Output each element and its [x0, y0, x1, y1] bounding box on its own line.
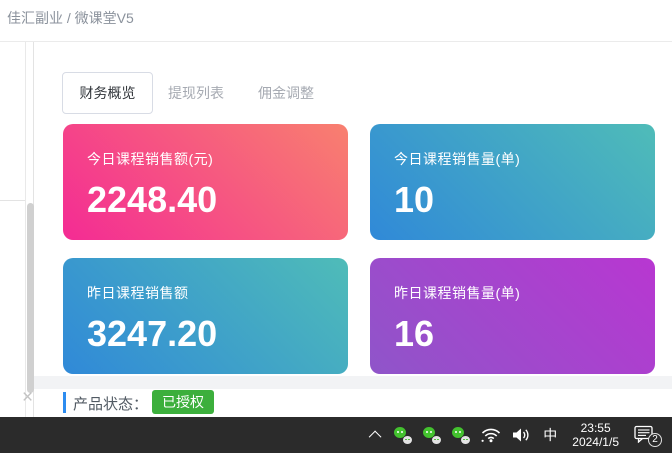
tab-label: 提现列表	[168, 85, 224, 101]
wechat-bubble-small	[432, 436, 441, 444]
status-label: 产品状态：	[73, 393, 148, 414]
tab-withdrawal-list[interactable]: 提现列表	[168, 72, 224, 114]
notification-count-badge: 2	[648, 433, 662, 447]
taskbar-clock[interactable]: 23:55 2024/1/5	[572, 421, 619, 449]
wechat-icon[interactable]	[394, 427, 412, 444]
wechat-bubble-small	[461, 436, 470, 444]
wechat-icon[interactable]	[452, 427, 470, 444]
tab-label: 财务概览	[80, 83, 136, 103]
section-divider-band	[34, 376, 672, 389]
clock-date: 2024/1/5	[572, 435, 619, 449]
wifi-icon[interactable]	[481, 427, 501, 443]
action-center-icon[interactable]: 2	[634, 425, 658, 445]
stat-card-value: 16	[394, 314, 655, 354]
status-badge: 已授权	[152, 390, 214, 414]
stat-cards-grid: 今日课程销售额(元) 2248.40 今日课程销售量(单) 10 昨日课程销售额…	[63, 124, 655, 374]
main-content: 财务概览 提现列表 佣金调整 今日课程销售额(元) 2248.40 今日课程销售…	[34, 42, 672, 417]
wechat-icon[interactable]	[423, 427, 441, 444]
stat-card-yesterday-sales-amount: 昨日课程销售额 3247.20	[63, 258, 348, 374]
volume-icon[interactable]	[512, 427, 532, 443]
windows-taskbar: 中 23:55 2024/1/5 2	[0, 417, 672, 453]
stat-card-label: 昨日课程销售额	[87, 283, 348, 303]
sidebar-inner-border	[25, 42, 26, 417]
tab-finance-overview[interactable]: 财务概览	[62, 72, 153, 114]
stat-card-today-sales-count: 今日课程销售量(单) 10	[370, 124, 655, 240]
stat-card-value: 10	[394, 180, 655, 220]
chevron-up-icon[interactable]	[369, 430, 382, 443]
stat-card-label: 昨日课程销售量(单)	[394, 283, 655, 303]
status-accent-bar	[63, 392, 66, 413]
clock-time: 23:55	[581, 421, 611, 435]
sidebar-divider	[0, 200, 25, 201]
stat-card-today-sales-amount: 今日课程销售额(元) 2248.40	[63, 124, 348, 240]
stat-card-value: 3247.20	[87, 314, 348, 354]
product-status-row: 产品状态： 已授权	[34, 389, 672, 417]
tab-label: 佣金调整	[258, 85, 314, 101]
scrollbar-thumb[interactable]	[27, 203, 34, 393]
left-sidebar-strip: ×	[0, 42, 34, 417]
wechat-bubble-small	[403, 436, 412, 444]
stat-card-yesterday-sales-count: 昨日课程销售量(单) 16	[370, 258, 655, 374]
close-icon[interactable]: ×	[22, 388, 33, 408]
breadcrumb[interactable]: 佳汇副业 / 微课堂V5	[7, 8, 134, 28]
stat-card-label: 今日课程销售额(元)	[87, 149, 348, 169]
top-header: 佳汇副业 / 微课堂V5	[0, 0, 672, 42]
ime-indicator[interactable]: 中	[543, 425, 557, 445]
stat-card-label: 今日课程销售量(单)	[394, 149, 655, 169]
stat-card-value: 2248.40	[87, 180, 348, 220]
tab-commission-adjust[interactable]: 佣金调整	[258, 72, 314, 114]
